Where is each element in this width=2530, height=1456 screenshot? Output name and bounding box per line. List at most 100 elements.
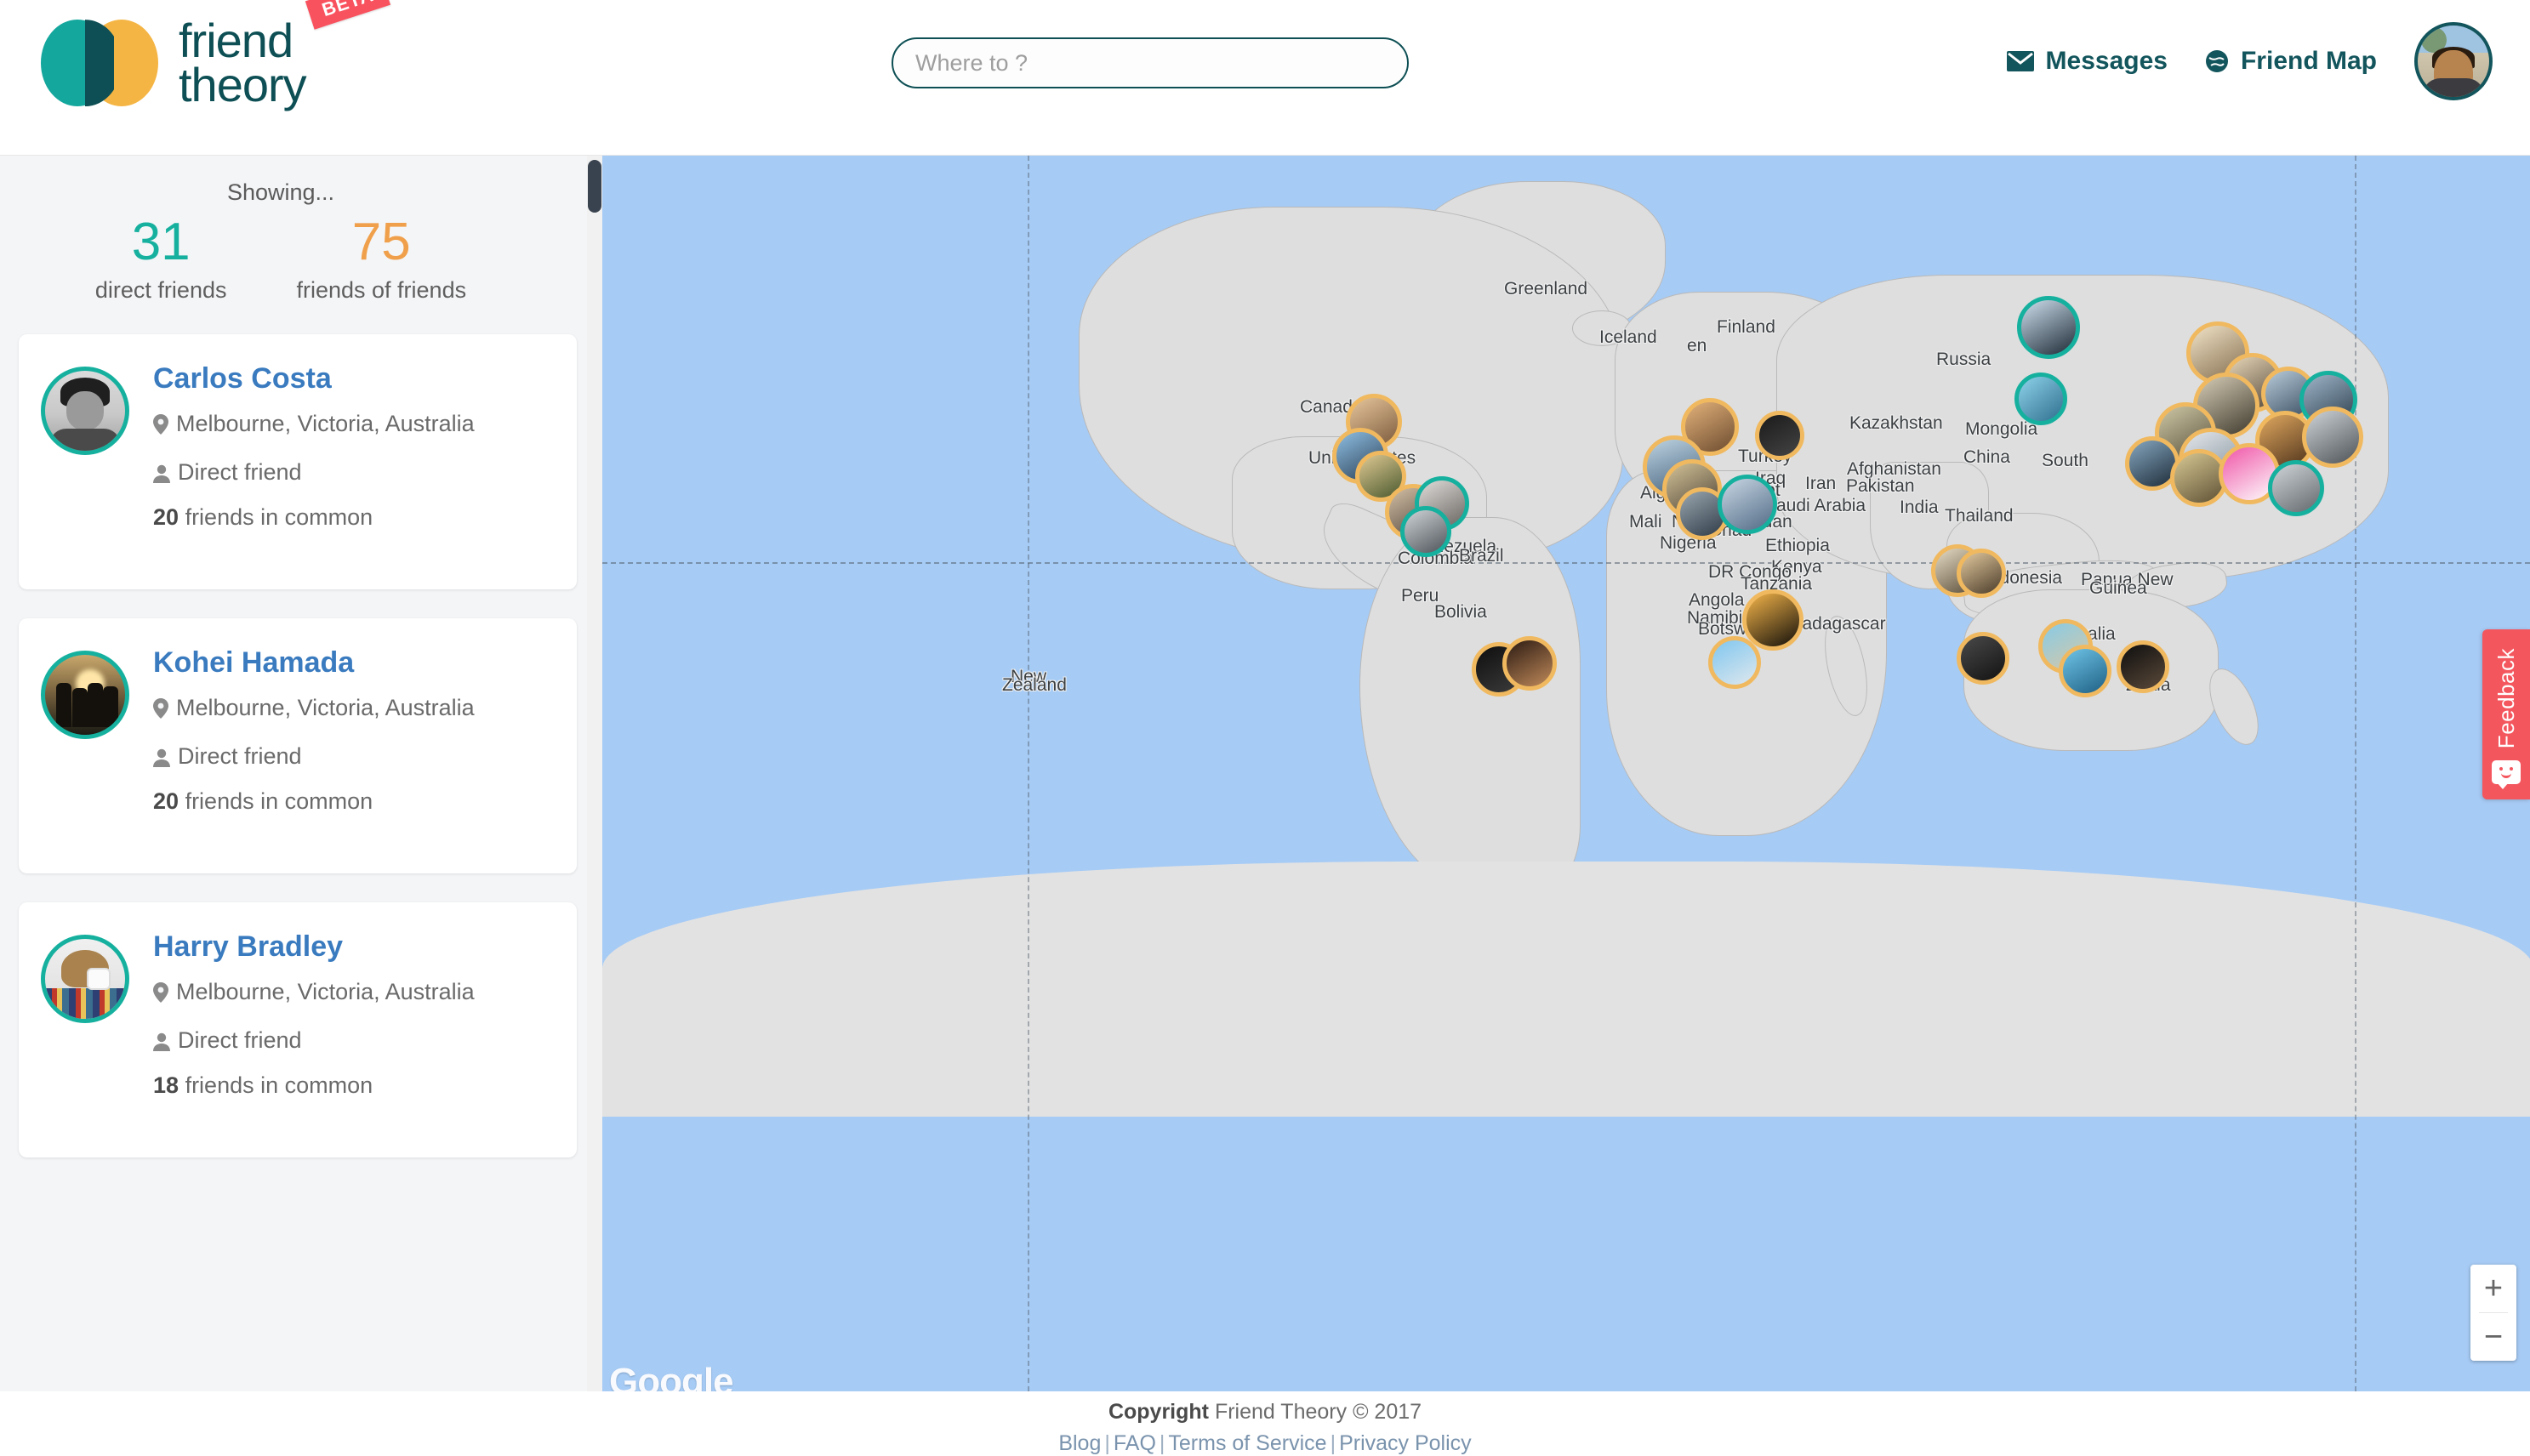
sidebar-scrollbar-thumb[interactable]: [588, 160, 601, 213]
friends-in-common-count: 20: [153, 788, 179, 814]
friend-avatar[interactable]: [41, 935, 129, 1023]
logo-circle-overlap: [85, 20, 114, 107]
map-marker-friend-of-friend[interactable]: [1708, 636, 1761, 689]
friends-in-common-label: friends in common: [185, 788, 373, 814]
friend-card-body: Harry Bradley Melbourne, Victoria, Austra…: [153, 928, 555, 1099]
count-direct-friends: 31 direct friends: [95, 216, 227, 304]
friends-sidebar: Showing... 31 direct friends 75 friends …: [0, 156, 595, 1391]
friend-card-body: Kohei Hamada Melbourne, Victoria, Austral…: [153, 644, 555, 815]
friend-location-row: Melbourne, Victoria, Australia: [153, 976, 555, 1010]
smiley-eye-left: [2499, 767, 2503, 771]
user-avatar[interactable]: [2414, 22, 2493, 100]
map-marker-direct-friend[interactable]: [1400, 506, 1451, 557]
map-label: Russia: [1936, 350, 1992, 369]
map-marker-friend-of-friend[interactable]: [1502, 636, 1557, 691]
map-marker-direct-friend[interactable]: [2268, 460, 2324, 516]
friend-name[interactable]: Kohei Hamada: [153, 646, 555, 679]
friend-card-list: Carlos Costa Melbourne, Victoria, Austral…: [0, 334, 595, 1157]
friend-name[interactable]: Carlos Costa: [153, 362, 555, 395]
person-icon: [153, 1028, 170, 1059]
brand-name-line1: friend: [179, 14, 293, 67]
map-zoom-controls: + −: [2470, 1265, 2516, 1361]
footer-link[interactable]: Terms of Service: [1168, 1431, 1326, 1455]
search-container: [892, 37, 1409, 88]
friend-card[interactable]: Kohei Hamada Melbourne, Victoria, Austral…: [19, 618, 577, 873]
map-label: Greenland: [1504, 279, 1588, 299]
zoom-in-button[interactable]: +: [2470, 1265, 2516, 1312]
map-marker-direct-friend[interactable]: [2017, 296, 2080, 359]
map-label: Zealand: [1002, 675, 1067, 695]
app-header: friend theory BETA Messages Friend Map: [0, 0, 2530, 156]
friend-card-body: Carlos Costa Melbourne, Victoria, Austral…: [153, 360, 555, 531]
friend-location: Melbourne, Victoria, Australia: [176, 979, 475, 1005]
map-label: Thailand: [1945, 506, 2014, 526]
header-nav: Messages Friend Map: [2006, 22, 2493, 100]
map-label: South: [2042, 451, 2088, 470]
avatar-silhouette: [87, 682, 103, 727]
friend-map[interactable]: GreenlandIcelandFinlandenRussiaCanadaUni…: [602, 156, 2530, 1391]
avatar-silhouette: [102, 685, 118, 727]
footer-link[interactable]: FAQ: [1114, 1431, 1156, 1455]
footer-link-separator: |: [1159, 1431, 1165, 1455]
friend-relation-row: Direct friend: [153, 457, 555, 491]
zoom-out-button[interactable]: −: [2470, 1313, 2516, 1361]
avatar-torso: [2422, 78, 2485, 97]
sidebar-scrollbar-track[interactable]: [587, 156, 602, 1391]
showing-summary: Showing... 31 direct friends 75 friends …: [0, 156, 561, 304]
nav-messages-label: Messages: [2045, 47, 2168, 75]
footer-link-separator: |: [1330, 1431, 1336, 1455]
friend-relation: Direct friend: [178, 1027, 302, 1053]
count-direct-value: 31: [131, 213, 191, 271]
footer-copyright-bold: Copyright: [1108, 1400, 1209, 1424]
friend-avatar[interactable]: [41, 367, 129, 455]
map-label: Peru: [1401, 586, 1439, 606]
map-marker-friend-of-friend[interactable]: [1957, 549, 2006, 598]
footer-link[interactable]: Privacy Policy: [1339, 1431, 1472, 1455]
count-friends-of-friends: 75 friends of friends: [296, 216, 466, 304]
brand-logo[interactable]: friend theory BETA: [41, 0, 391, 109]
friend-avatar[interactable]: [41, 651, 129, 739]
map-marker-direct-friend[interactable]: [2014, 373, 2067, 425]
map-marker-friend-of-friend[interactable]: [2059, 645, 2111, 697]
map-marker-friend-of-friend[interactable]: [1957, 632, 2009, 685]
footer-copyright: Copyright Friend Theory © 2017: [0, 1400, 2530, 1425]
feedback-tab[interactable]: Feedback: [2482, 629, 2530, 799]
map-pin-icon: [153, 412, 168, 442]
beta-badge: BETA: [305, 0, 391, 31]
nav-friend-map[interactable]: Friend Map: [2205, 47, 2377, 76]
feedback-label: Feedback: [2493, 648, 2519, 749]
count-fof-label: friends of friends: [296, 277, 467, 303]
map-marker-direct-friend[interactable]: [1718, 475, 1777, 534]
map-label: Finland: [1717, 317, 1775, 337]
friend-location-row: Melbourne, Victoria, Australia: [153, 692, 555, 726]
map-pin-icon: [153, 696, 168, 726]
friend-location: Melbourne, Victoria, Australia: [176, 411, 475, 437]
google-attribution: Google: [609, 1361, 734, 1391]
map-label: India: [1900, 498, 1939, 517]
count-direct-label: direct friends: [94, 277, 227, 303]
counts-row: 31 direct friends 75 friends of friends: [0, 216, 561, 304]
footer-copyright-rest: Friend Theory © 2017: [1214, 1400, 1422, 1424]
search-input[interactable]: [892, 37, 1409, 88]
avatar-silhouette: [71, 687, 88, 727]
friend-relation-row: Direct friend: [153, 1025, 555, 1059]
map-label: Bolivia: [1434, 602, 1487, 622]
friend-name[interactable]: Harry Bradley: [153, 930, 555, 963]
showing-label: Showing...: [226, 179, 335, 205]
map-marker-friend-of-friend[interactable]: [2302, 407, 2363, 468]
avatar-silhouette: [56, 682, 72, 727]
friend-card[interactable]: Harry Bradley Melbourne, Victoria, Austra…: [19, 902, 577, 1157]
avatar-body: [49, 429, 121, 451]
map-marker-friend-of-friend[interactable]: [1755, 411, 1804, 460]
map-pin-icon: [153, 980, 168, 1010]
nav-messages[interactable]: Messages: [2006, 47, 2168, 76]
map-label: Guinea: [2089, 578, 2147, 598]
map-label: Kazakhstan: [1849, 413, 1943, 433]
avatar-face: [66, 391, 104, 431]
map-marker-friend-of-friend[interactable]: [2117, 640, 2169, 693]
globe-icon: [2205, 49, 2229, 73]
footer-link[interactable]: Blog: [1058, 1431, 1101, 1455]
map-label: Brazil: [1459, 546, 1504, 566]
friend-card[interactable]: Carlos Costa Melbourne, Victoria, Austral…: [19, 334, 577, 589]
meridian-line-east: [2355, 156, 2356, 1391]
